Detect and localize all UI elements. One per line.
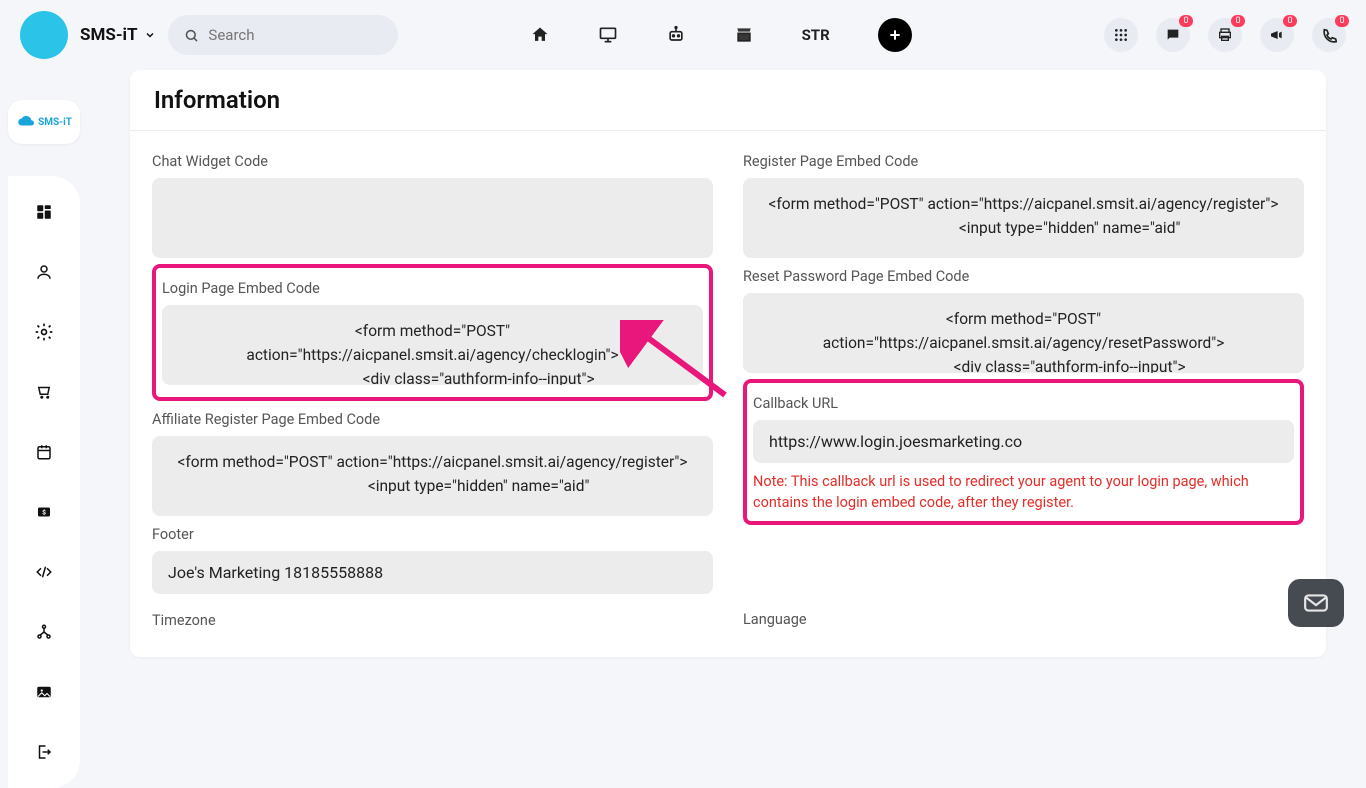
callback-highlight: Callback URL Note: This callback url is … xyxy=(743,379,1304,525)
home-icon[interactable] xyxy=(530,25,550,45)
robot-icon[interactable] xyxy=(666,25,686,45)
affiliate-embed-label: Affiliate Register Page Embed Code xyxy=(152,411,713,428)
printer-badge: 0 xyxy=(1231,15,1245,27)
printer-icon[interactable]: 0 xyxy=(1208,18,1242,52)
sidebar: SMS-iT $ xyxy=(0,70,100,641)
help-widget[interactable] xyxy=(1288,579,1344,627)
search-input[interactable] xyxy=(208,26,381,44)
callback-input[interactable] xyxy=(753,420,1294,463)
plus-icon xyxy=(887,27,903,43)
sidebar-rail: $ xyxy=(8,176,80,788)
login-embed-highlight: Login Page Embed Code xyxy=(152,264,713,401)
footer-label: Footer xyxy=(152,526,713,543)
apps-grid-icon[interactable] xyxy=(1104,18,1138,52)
card-title: Information xyxy=(130,70,1326,131)
monitor-icon[interactable] xyxy=(598,25,618,45)
svg-text:$: $ xyxy=(42,508,46,516)
sidebar-logo[interactable]: SMS-iT xyxy=(8,100,80,144)
mail-icon xyxy=(1303,593,1329,613)
chat-badge: 0 xyxy=(1179,15,1193,27)
str-button[interactable]: STR xyxy=(802,26,830,44)
information-card: Information Chat Widget Code Login Page … xyxy=(130,70,1326,657)
reset-embed-textarea[interactable] xyxy=(743,293,1304,373)
sidebar-logo-text: SMS-iT xyxy=(38,117,72,128)
login-embed-textarea[interactable] xyxy=(162,305,703,385)
sidebar-settings-icon[interactable] xyxy=(26,314,62,350)
sidebar-agent-icon[interactable] xyxy=(26,254,62,290)
sidebar-code-icon[interactable] xyxy=(26,554,62,590)
callback-note: Note: This callback url is used to redir… xyxy=(753,471,1294,513)
sidebar-tree-icon[interactable] xyxy=(26,614,62,650)
header-nav: STR xyxy=(530,18,912,52)
app-name-label: SMS-iT xyxy=(80,25,138,45)
chat-widget-textarea[interactable] xyxy=(152,178,713,258)
main-content: Information Chat Widget Code Login Page … xyxy=(100,70,1356,641)
chevron-down-icon xyxy=(144,29,156,41)
chat-widget-label: Chat Widget Code xyxy=(152,153,713,170)
search-box[interactable] xyxy=(168,15,398,55)
language-label: Language xyxy=(743,611,1304,628)
reset-embed-label: Reset Password Page Embed Code xyxy=(743,268,1304,285)
header-right: 0 0 0 0 xyxy=(1104,18,1346,52)
top-header: SMS-iT STR 0 0 xyxy=(0,0,1366,70)
sidebar-billing-icon[interactable]: $ xyxy=(26,494,62,530)
callback-label: Callback URL xyxy=(753,395,1294,412)
chat-icon[interactable]: 0 xyxy=(1156,18,1190,52)
affiliate-embed-textarea[interactable] xyxy=(152,436,713,516)
sidebar-cart-icon[interactable] xyxy=(26,374,62,410)
phone-icon[interactable]: 0 xyxy=(1312,18,1346,52)
footer-input[interactable] xyxy=(152,551,713,594)
megaphone-icon[interactable]: 0 xyxy=(1260,18,1294,52)
megaphone-badge: 0 xyxy=(1283,15,1297,27)
app-name-dropdown[interactable]: SMS-iT xyxy=(80,25,156,45)
store-icon[interactable] xyxy=(734,25,754,45)
register-embed-textarea[interactable] xyxy=(743,178,1304,258)
register-embed-label: Register Page Embed Code xyxy=(743,153,1304,170)
add-button[interactable] xyxy=(878,18,912,52)
phone-badge: 0 xyxy=(1335,15,1349,27)
sidebar-logout-icon[interactable] xyxy=(26,734,62,770)
search-icon xyxy=(184,27,199,44)
sidebar-calendar-icon[interactable] xyxy=(26,434,62,470)
sidebar-image-icon[interactable] xyxy=(26,674,62,710)
avatar[interactable] xyxy=(20,11,68,59)
sidebar-dashboard-icon[interactable] xyxy=(26,194,62,230)
login-embed-label: Login Page Embed Code xyxy=(162,280,703,297)
cloud-logo-icon xyxy=(16,115,38,129)
timezone-label: Timezone xyxy=(152,612,713,629)
